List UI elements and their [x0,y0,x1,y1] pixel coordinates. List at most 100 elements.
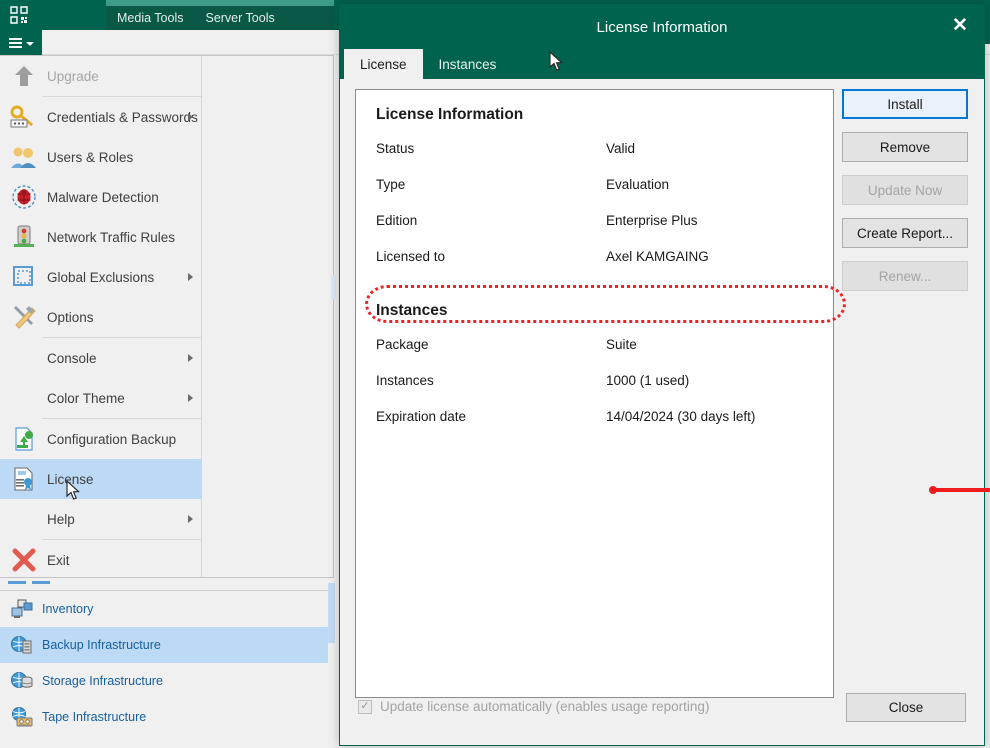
veeam-logo-icon [6,3,32,27]
auto-update-row: ✓ Update license automatically (enables … [358,699,709,714]
close-button[interactable]: Close [846,693,966,722]
menu-item-network-traffic-rules[interactable]: Network Traffic Rules [0,217,201,257]
row-package: Package Suite [376,326,813,362]
menu-item-label: Color Theme [47,390,125,406]
row-value: Evaluation [606,176,670,192]
tab-label: License [360,56,407,72]
menu-item-help[interactable]: Help [0,499,201,539]
row-key: Licensed to [376,248,446,264]
menu-item-exit[interactable]: Exit [0,540,201,580]
navigation-scrollbar-thumb[interactable] [328,583,335,643]
row-expiration-date: Expiration date 14/04/2024 (30 days left… [376,398,813,434]
users-icon [6,140,42,174]
menu-item-global-exclusions[interactable]: Global Exclusions [0,257,201,297]
key-icon [6,100,42,134]
row-value: 1000 (1 used) [606,372,690,388]
license-info-content: License Information Status Valid Type Ev… [356,90,846,434]
menu-item-label: Credentials & Passwords [47,109,198,125]
row-status: Status Valid [376,130,813,166]
license-information-dialog: License Information ✕ License Instances … [339,4,990,746]
renew-button: Renew... [842,261,968,291]
install-button[interactable]: Install [842,89,968,119]
auto-update-label: Update license automatically (enables us… [380,699,710,714]
nav-item-label: Inventory [42,602,94,616]
remove-button[interactable]: Remove [842,132,968,162]
row-instances: Instances 1000 (1 used) [376,362,813,398]
menu-item-upgrade[interactable]: Upgrade [0,56,201,96]
tab-license[interactable]: License [344,49,423,79]
menu-item-color-theme[interactable]: Color Theme [0,378,201,418]
main-menu-button[interactable] [0,30,42,55]
dialog-footer: ✓ Update license automatically (enables … [340,679,984,745]
menu-item-console[interactable]: Console [0,338,201,378]
menu-item-license[interactable]: License [0,459,201,499]
menu-item-label: Network Traffic Rules [47,229,176,245]
contextual-ribbon-tabs: Media Tools Server Tools [106,6,334,30]
screen-root: Media Tools Server Tools ol [0,0,990,748]
traffic-light-icon [6,220,42,254]
menu-item-label: Malware Detection [47,189,159,205]
row-key: Instances [376,372,434,388]
menu-item-label: Upgrade [47,68,99,84]
row-key: Edition [376,212,418,228]
backup-infrastructure-icon [8,632,36,658]
row-licensed-to: Licensed to Axel KAMGAING [376,238,813,274]
menu-item-credentials-passwords[interactable]: Credentials & Passwords [0,97,201,137]
tab-label: Instances [438,56,497,72]
nav-item-inventory[interactable]: Inventory [0,591,334,627]
row-key: Expiration date [376,408,467,424]
navigation-panel: Inventory Backup Infrastructure Storage … [0,590,334,748]
config-backup-icon [6,422,42,456]
nav-item-backup-infrastructure[interactable]: Backup Infrastructure [0,627,334,663]
ribbon-tab-media-tools[interactable]: Media Tools [106,11,194,25]
main-menu-list: Upgrade Credentials & Passwords Users & … [0,56,201,577]
menu-item-label: Console [47,350,97,366]
ribbon-tab-server-tools[interactable]: Server Tools [194,11,285,25]
menu-item-label: Configuration Backup [47,431,177,447]
none-icon [6,341,42,375]
inventory-icon [8,596,36,622]
row-value: Axel KAMGAING [606,248,709,264]
nav-item-label: Tape Infrastructure [42,710,147,724]
create-report-button[interactable]: Create Report... [842,218,968,248]
row-type: Type Evaluation [376,166,813,202]
menu-item-label: License [47,471,94,487]
row-key: Type [376,176,406,192]
none-icon [6,502,42,536]
exit-x-icon [6,543,42,577]
annotation-line [933,488,990,492]
tools-icon [6,300,42,334]
row-edition: Edition Enterprise Plus [376,202,813,238]
side-scrollbar-thumb[interactable] [331,275,336,299]
nav-item-storage-infrastructure[interactable]: Storage Infrastructure [0,663,334,699]
chevron-right-icon [188,354,193,362]
upgrade-arrow-icon [6,59,42,93]
close-x-icon[interactable]: ✕ [946,13,974,39]
menu-item-label: Global Exclusions [47,269,155,285]
menu-item-label: Exit [47,552,70,568]
row-value: Valid [606,140,636,156]
update-now-button: Update Now [842,175,968,205]
menu-item-configuration-backup[interactable]: Configuration Backup [0,419,201,459]
license-section-heading: License Information [376,106,524,123]
storage-infrastructure-icon [8,668,36,694]
chevron-right-icon [188,515,193,523]
chevron-right-icon [188,113,193,121]
tab-instances[interactable]: Instances [423,49,513,79]
menu-item-label: Options [47,309,94,325]
none-icon [6,381,42,415]
nav-item-tape-infrastructure[interactable]: Tape Infrastructure [0,699,334,735]
exclusions-icon [6,260,42,294]
menu-item-users-roles[interactable]: Users & Roles [0,137,201,177]
auto-update-checkbox: ✓ [358,699,372,714]
chevron-down-icon [25,42,34,46]
row-key: Status [376,140,415,156]
menu-item-label: Users & Roles [47,149,134,165]
hamburger-menu-icon [8,36,22,50]
bug-target-icon [6,180,42,214]
nav-item-label: Storage Infrastructure [42,674,163,688]
menu-item-options[interactable]: Options [0,297,201,337]
annotation-endpoint-left [929,486,937,494]
menu-item-malware-detection[interactable]: Malware Detection [0,177,201,217]
panel-splitter-handle[interactable] [8,581,68,587]
